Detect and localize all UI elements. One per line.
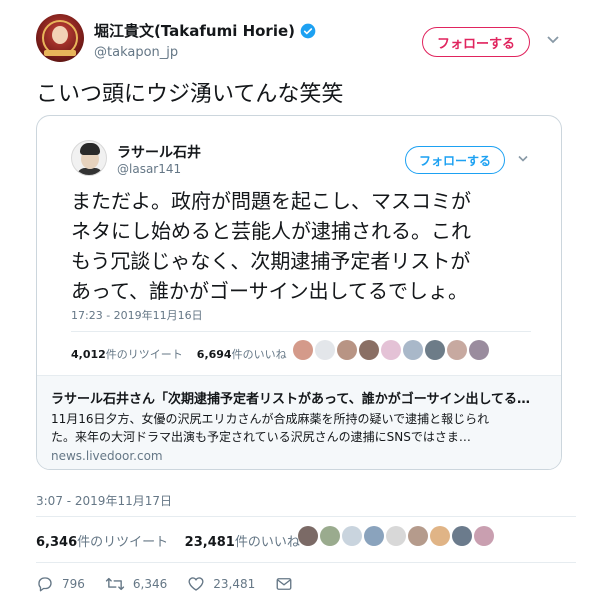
liker-avatar[interactable] — [381, 340, 401, 360]
tweet-actions: 796 6,346 23,481 — [36, 572, 321, 596]
quoted-line: あって、誰かがゴーサイン出してるでしょ。 — [71, 279, 468, 303]
retweet-count-action: 6,346 — [132, 577, 168, 591]
reply-button[interactable]: 796 — [36, 575, 85, 593]
retweet-count: 6,346 — [36, 535, 78, 550]
quoted-like-count: 6,694 — [196, 348, 232, 361]
link-card[interactable]: ラサール石井さん「次期逮捕予定者リストがあって、誰かがゴーサイン出してる… 11… — [37, 375, 561, 469]
verified-icon — [300, 23, 316, 38]
like-stat[interactable]: 23,481件のいいね — [185, 535, 300, 550]
liker-avatar[interactable] — [298, 526, 318, 546]
retweet-button[interactable]: 6,346 — [105, 575, 167, 593]
liker-avatar[interactable] — [359, 340, 379, 360]
quoted-timestamp[interactable]: 17:23 - 2019年11月16日 — [71, 307, 203, 323]
divider — [36, 562, 576, 563]
liker-avatar[interactable] — [474, 526, 494, 546]
like-count-action: 23,481 — [213, 577, 256, 591]
message-icon — [276, 578, 292, 590]
like-button[interactable]: 23,481 — [187, 575, 255, 593]
liker-avatar[interactable] — [315, 340, 335, 360]
quoted-retweet-label: 件のリツイート — [105, 348, 183, 361]
tweet-header: 堀江貴文(Takafumi Horie) @takapon_jp フォローする — [36, 14, 566, 64]
author-avatar[interactable] — [36, 14, 84, 62]
divider — [71, 331, 531, 332]
quoted-follow-button[interactable]: フォローする — [405, 146, 506, 174]
tweet-text: こいつ頭にウジ湧いてんな笑笑 — [36, 82, 344, 107]
liker-avatar[interactable] — [337, 340, 357, 360]
liker-avatar[interactable] — [452, 526, 472, 546]
chevron-down-icon[interactable] — [546, 34, 560, 46]
quoted-stats: 4,012件のリツイート 6,694件のいいね — [71, 346, 287, 362]
link-card-desc-line: た。来年の大河ドラマ出演も予定されている沢尻さんの逮捕にSNSではさま… — [51, 430, 471, 444]
liker-avatar[interactable] — [293, 340, 313, 360]
tweet-stats: 6,346件のリツイート 23,481件のいいね — [36, 531, 300, 550]
liker-avatar[interactable] — [403, 340, 423, 360]
tweet-timestamp[interactable]: 3:07 - 2019年11月17日 — [36, 492, 172, 509]
liker-avatar[interactable] — [342, 526, 362, 546]
liker-avatar[interactable] — [430, 526, 450, 546]
quoted-retweet-stat[interactable]: 4,012件のリツイート — [71, 348, 183, 361]
author-handle[interactable]: @takapon_jp — [94, 45, 316, 60]
quoted-line: ネタにし始めると芸能人が逮捕される。これ — [71, 219, 471, 243]
liker-avatar[interactable] — [408, 526, 428, 546]
quoted-line: まただよ。政府が問題を起こし、マスコミが — [71, 189, 471, 213]
link-card-desc-line: 11月16日夕方、女優の沢尻エリカさんが合成麻薬を所持の疑いで逮捕と報じられ — [51, 412, 490, 426]
quoted-like-label: 件のいいね — [231, 348, 287, 361]
liker-avatar[interactable] — [386, 526, 406, 546]
quoted-like-stat[interactable]: 6,694件のいいね — [197, 348, 287, 361]
liker-avatars — [298, 526, 494, 546]
quoted-author-avatar[interactable] — [71, 140, 107, 176]
link-card-domain: news.livedoor.com — [51, 449, 163, 463]
retweet-stat[interactable]: 6,346件のリツイート — [36, 535, 168, 550]
quoted-liker-avatars — [293, 340, 489, 360]
chevron-down-icon[interactable] — [517, 154, 529, 164]
quoted-author-name[interactable]: ラサール石井 — [117, 142, 201, 162]
retweet-label: 件のリツイート — [77, 535, 169, 550]
liker-avatar[interactable] — [425, 340, 445, 360]
follow-button[interactable]: フォローする — [421, 27, 530, 57]
link-card-description: 11月16日夕方、女優の沢尻エリカさんが合成麻薬を所持の疑いで逮捕と報じられ た… — [51, 410, 556, 446]
quoted-author-handle[interactable]: @lasar141 — [117, 162, 181, 176]
liker-avatar[interactable] — [469, 340, 489, 360]
liker-avatar[interactable] — [364, 526, 384, 546]
reply-icon — [38, 577, 52, 592]
link-card-title[interactable]: ラサール石井さん「次期逮捕予定者リストがあって、誰かがゴーサイン出してる… — [51, 388, 551, 407]
liker-avatar[interactable] — [447, 340, 467, 360]
like-icon — [188, 577, 204, 591]
author-display-name[interactable]: 堀江貴文(Takafumi Horie) — [94, 20, 316, 41]
quoted-retweet-count: 4,012 — [71, 348, 106, 361]
message-button[interactable] — [275, 575, 301, 593]
quoted-line: もう冗談じゃなく、次期逮捕予定者リストが — [71, 249, 471, 273]
divider — [36, 516, 576, 517]
author-display-name-text[interactable]: 堀江貴文(Takafumi Horie) — [94, 20, 295, 41]
quoted-tweet[interactable]: ラサール石井 @lasar141 フォローする まただよ。政府が問題を起こし、マ… — [36, 115, 562, 470]
liker-avatar[interactable] — [320, 526, 340, 546]
retweet-icon — [105, 577, 125, 591]
like-count: 23,481 — [184, 535, 235, 550]
like-label: 件のいいね — [234, 535, 300, 550]
quoted-tweet-text: まただよ。政府が問題を起こし、マスコミが ネタにし始めると芸能人が逮捕される。こ… — [71, 186, 471, 306]
author-name-block[interactable]: 堀江貴文(Takafumi Horie) @takapon_jp — [94, 20, 316, 60]
reply-count: 796 — [62, 577, 85, 591]
